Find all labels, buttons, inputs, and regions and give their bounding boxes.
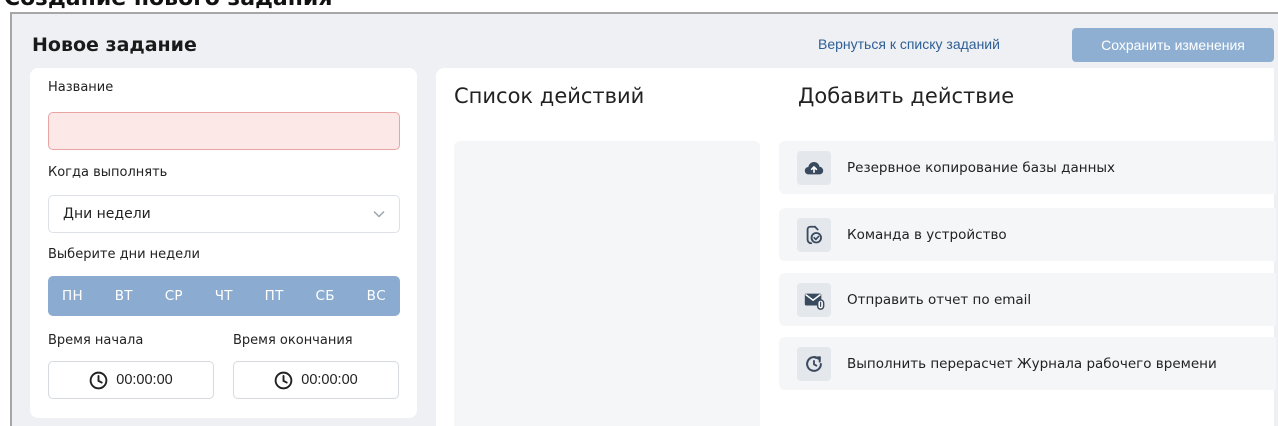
end-time-input[interactable]: 00:00:00 bbox=[233, 361, 399, 399]
day-wed[interactable]: СР bbox=[165, 288, 183, 304]
task-name-input[interactable] bbox=[48, 112, 400, 150]
day-sun[interactable]: ВС bbox=[367, 288, 386, 304]
schedule-label: Когда выполнять bbox=[48, 165, 168, 180]
device-command-icon bbox=[797, 217, 831, 252]
add-action-device-command[interactable]: Команда в устройство bbox=[779, 208, 1276, 261]
clock-icon bbox=[274, 371, 293, 389]
name-label: Название bbox=[48, 80, 114, 95]
page-title: Новое задание bbox=[32, 34, 197, 56]
day-thu[interactable]: ЧТ bbox=[215, 288, 233, 304]
end-time-label: Время окончания bbox=[233, 333, 353, 348]
actions-list[interactable] bbox=[454, 141, 760, 426]
chevron-down-icon bbox=[373, 211, 385, 218]
add-action-recalculate-timesheet[interactable]: Выполнить перерасчет Журнала рабочего вр… bbox=[779, 337, 1276, 390]
add-action-recalculate-timesheet-label: Выполнить перерасчет Журнала рабочего вр… bbox=[847, 355, 1217, 372]
recalculate-icon bbox=[797, 346, 831, 381]
back-to-tasks-link[interactable]: Вернуться к списку заданий bbox=[818, 36, 1000, 52]
start-time-value: 00:00:00 bbox=[116, 372, 173, 388]
page-heading: Создание нового задания bbox=[4, 0, 332, 11]
schedule-type-value: Дни недели bbox=[63, 206, 151, 222]
day-fri[interactable]: ПТ bbox=[265, 288, 284, 304]
end-time-value: 00:00:00 bbox=[301, 372, 358, 388]
add-action-backup[interactable]: Резервное копирование базы данных bbox=[779, 141, 1276, 194]
actions-panel: Список действий Добавить действие Резерв… bbox=[436, 68, 1276, 426]
schedule-type-select[interactable]: Дни недели bbox=[48, 195, 400, 233]
add-action-title: Добавить действие bbox=[798, 84, 1015, 108]
cloud-upload-icon bbox=[797, 150, 831, 185]
add-action-email-report[interactable]: Отправить отчет по email bbox=[779, 273, 1276, 326]
start-time-input[interactable]: 00:00:00 bbox=[48, 361, 214, 399]
add-action-device-command-label: Команда в устройство bbox=[847, 226, 1007, 243]
day-mon[interactable]: ПН bbox=[62, 288, 83, 304]
actions-list-title: Список действий bbox=[454, 84, 645, 108]
task-settings-card: Название Когда выполнять Дни недели Выбе… bbox=[30, 68, 417, 418]
day-tue[interactable]: ВТ bbox=[115, 288, 133, 304]
weekday-selector: ПН ВТ СР ЧТ ПТ СБ ВС bbox=[48, 276, 400, 316]
save-changes-button[interactable]: Сохранить изменения bbox=[1072, 28, 1274, 62]
start-time-label: Время начала bbox=[48, 333, 144, 348]
add-action-email-report-label: Отправить отчет по email bbox=[847, 291, 1032, 308]
add-action-backup-label: Резервное копирование базы данных bbox=[847, 159, 1116, 176]
email-report-icon bbox=[797, 282, 831, 317]
day-sat[interactable]: СБ bbox=[316, 288, 335, 304]
weekdays-label: Выберите дни недели bbox=[48, 247, 200, 262]
clock-icon bbox=[89, 371, 108, 389]
